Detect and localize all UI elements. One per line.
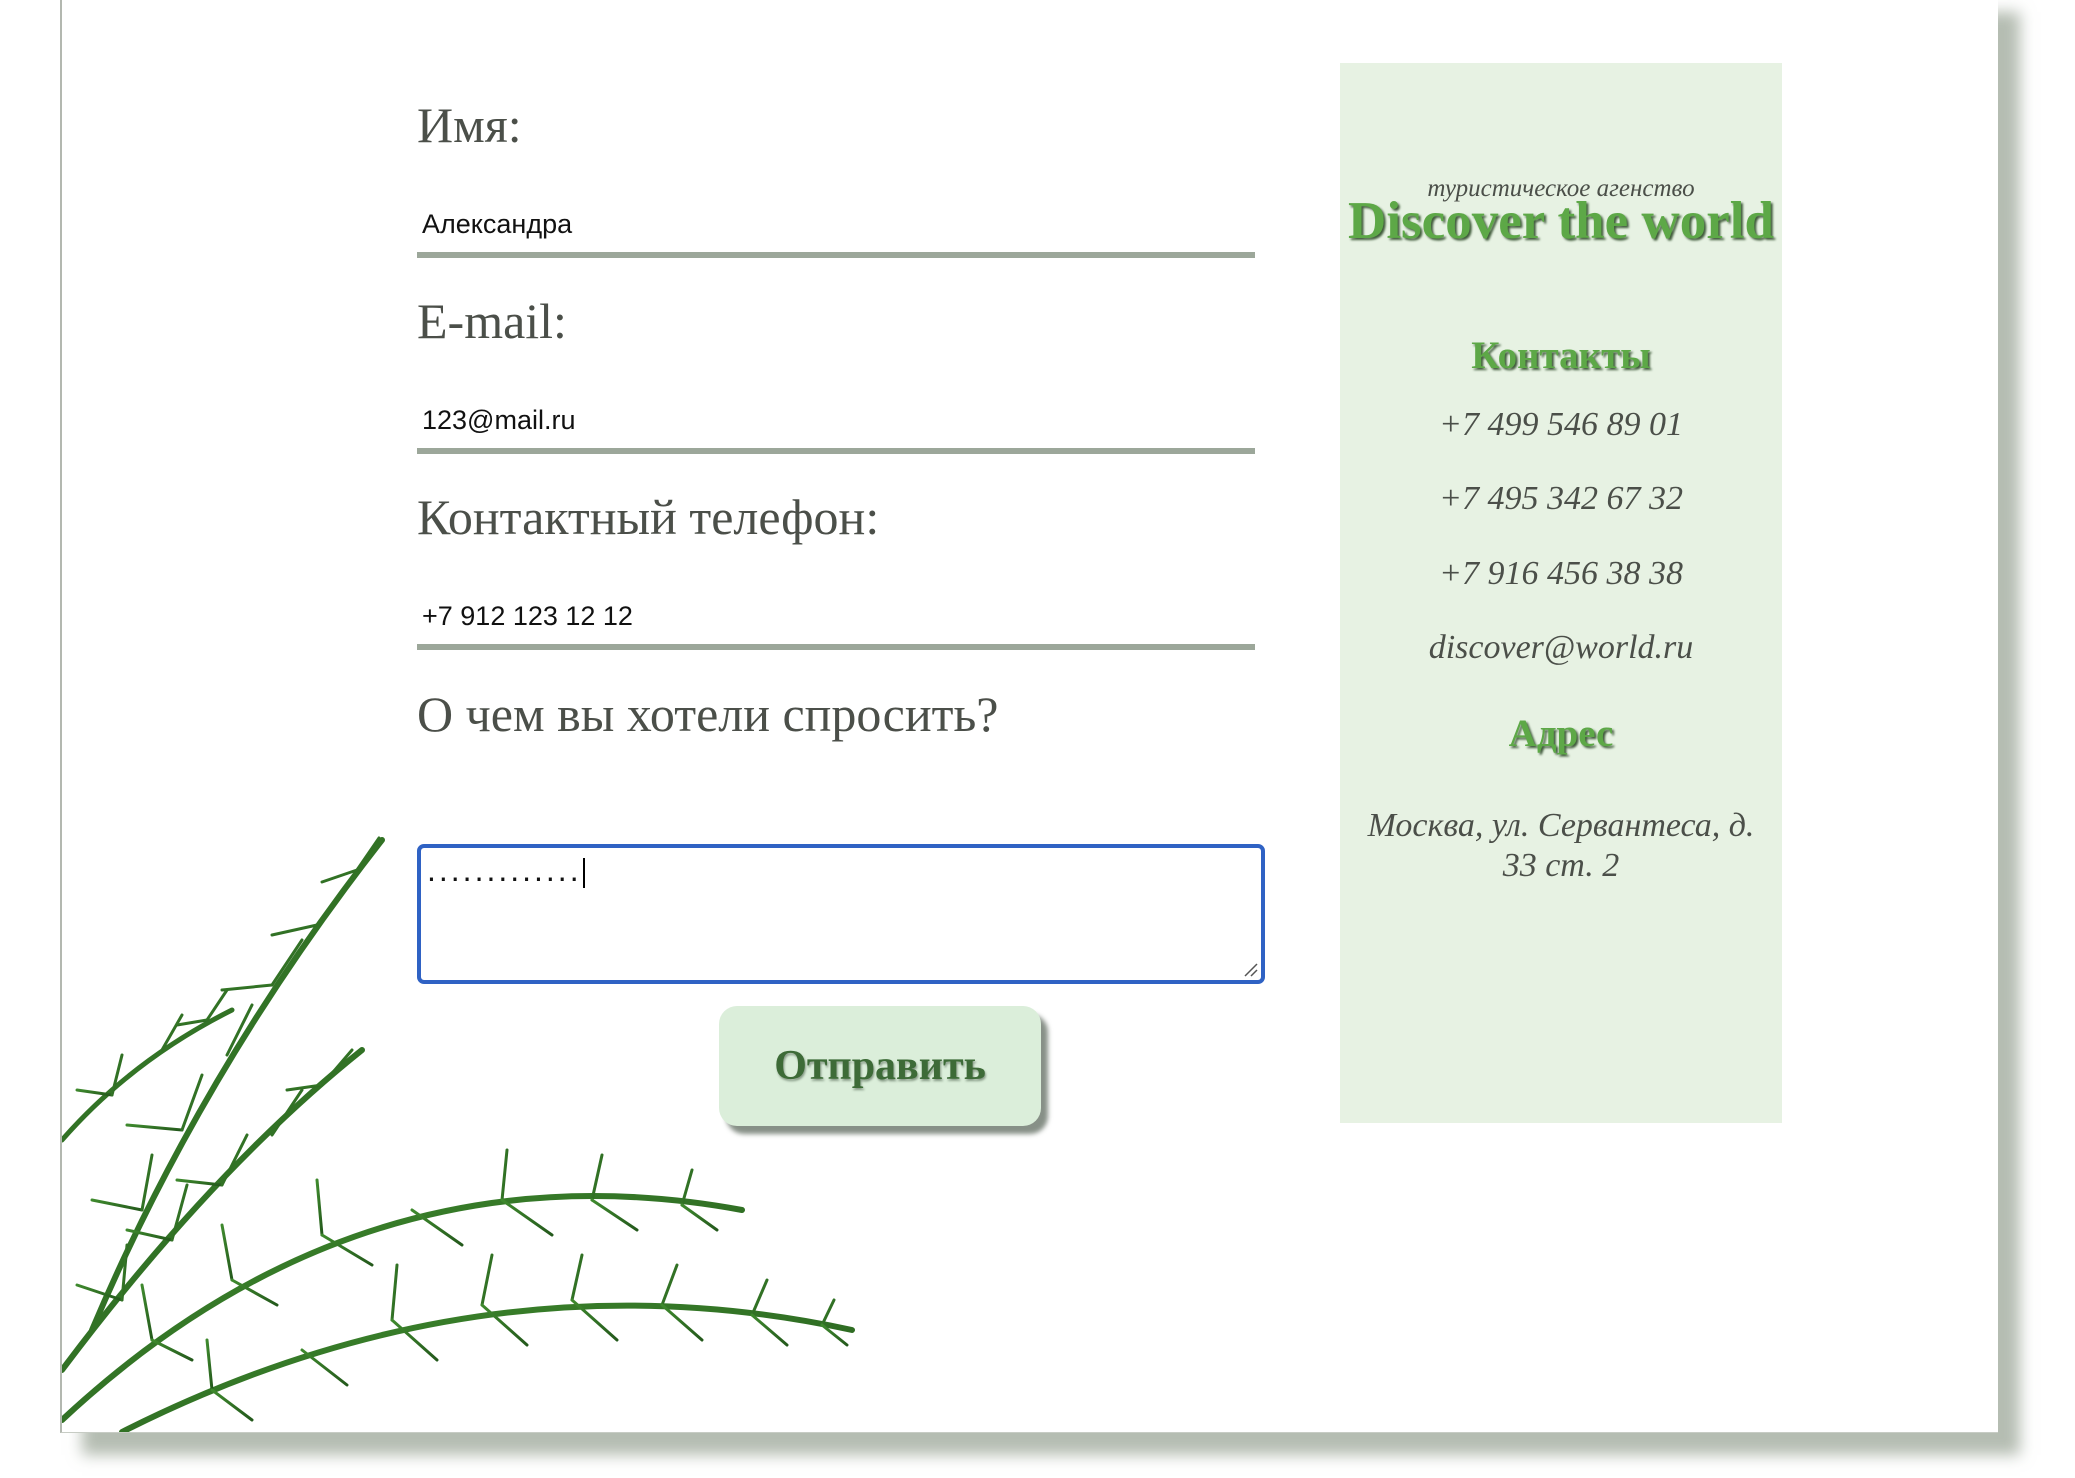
contacts-sidebar: туристическое агенство Discover the worl… <box>1340 63 1782 1123</box>
question-label: О чем вы хотели спросить? <box>417 686 999 742</box>
phone-line: +7 495 342 67 32 <box>1439 480 1683 517</box>
question-text: ............. <box>427 852 582 888</box>
email-input[interactable] <box>417 392 1255 454</box>
phone-label: Контактный телефон: <box>417 489 880 545</box>
contact-email: discover@world.ru <box>1428 629 1694 666</box>
contacts-heading: Контакты <box>1471 334 1651 377</box>
phone-input[interactable] <box>417 588 1255 650</box>
phone-line: +7 916 456 38 38 <box>1439 555 1683 592</box>
phone-line: +7 499 546 89 01 <box>1439 406 1683 443</box>
text-caret <box>582 857 585 888</box>
email-label: E-mail: <box>417 293 567 349</box>
resize-grip-icon[interactable] <box>1242 961 1258 977</box>
address-text: Москва, ул. Сервантеса, д. 33 ст. 2 <box>1367 807 1755 884</box>
name-label: Имя: <box>417 97 522 153</box>
brand-logo: Discover the world <box>1348 192 1774 250</box>
question-textarea[interactable]: ............. <box>417 844 1265 984</box>
address-heading: Адрес <box>1508 712 1614 755</box>
page-card: Имя: E-mail: Контактный телефон: О чем в… <box>60 0 1998 1433</box>
name-input[interactable] <box>417 196 1255 258</box>
submit-button[interactable]: Отправить <box>719 1006 1041 1126</box>
